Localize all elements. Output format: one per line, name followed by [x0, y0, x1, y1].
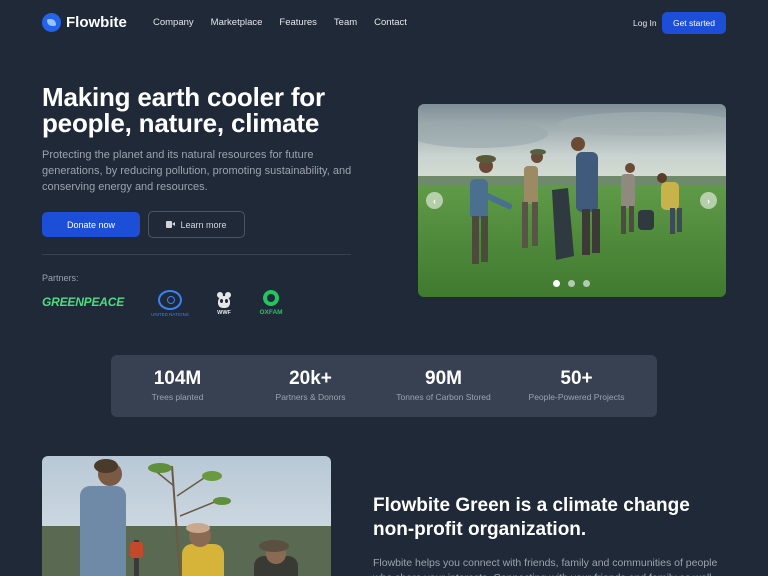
stat-value: 20k+ [289, 368, 332, 389]
login-link[interactable]: Log In [633, 18, 657, 28]
stat-value: 90M [425, 368, 462, 389]
carousel-next-button[interactable]: › [700, 192, 717, 209]
stat-label: Trees planted [151, 392, 204, 402]
stat-item: 104M Trees planted [111, 355, 244, 417]
stat-value: 104M [153, 368, 202, 389]
stat-label: Tonnes of Carbon Stored [396, 392, 491, 402]
stat-item: 50+ People-Powered Projects [510, 355, 643, 417]
brand-name: Flowbite [66, 14, 127, 31]
partner-un-logo: UNITED NATIONS [150, 290, 190, 317]
get-started-button[interactable]: Get started [662, 12, 726, 34]
video-camera-icon [166, 221, 176, 228]
learn-more-label: Learn more [180, 219, 227, 230]
flowbite-logo-icon [42, 13, 61, 32]
stat-label: People-Powered Projects [528, 392, 625, 402]
oxfam-wordmark: OXFAM [259, 309, 283, 316]
carousel-indicators [553, 280, 590, 287]
stat-value: 50+ [560, 368, 593, 389]
hero-divider [42, 254, 351, 255]
hero-description: Protecting the planet and its natural re… [42, 149, 352, 193]
hero-carousel: ‹ › [418, 104, 726, 297]
un-wordmark: UNITED NATIONS [151, 312, 189, 317]
carousel-dot-3[interactable] [583, 280, 590, 287]
un-emblem-icon [158, 290, 182, 310]
main-menu: Company Marketplace Features Team Contac… [153, 17, 424, 28]
nav-item-marketplace[interactable]: Marketplace [211, 17, 263, 28]
chevron-right-icon: › [707, 195, 710, 206]
nav-item-features[interactable]: Features [279, 17, 317, 28]
feature-description: Flowbite helps you connect with friends,… [373, 557, 718, 576]
chevron-left-icon: ‹ [433, 195, 436, 206]
donate-button[interactable]: Donate now [42, 212, 140, 237]
stat-label: Partners & Donors [275, 392, 346, 402]
volunteers-field-photo [418, 104, 726, 297]
hero-title: Making earth cooler for people, nature, … [42, 82, 325, 138]
greenpeace-wordmark: GREENPEACE [42, 295, 125, 309]
feature-title: Flowbite Green is a climate change non-p… [373, 495, 690, 540]
partner-oxfam-logo: OXFAM [256, 290, 286, 316]
nav-item-team[interactable]: Team [334, 17, 357, 28]
tree-planting-image [42, 456, 331, 576]
carousel-dot-2[interactable] [568, 280, 575, 287]
nav-item-contact[interactable]: Contact [374, 17, 407, 28]
carousel-dot-1[interactable] [553, 280, 560, 287]
stats-card: 104M Trees planted 20k+ Partners & Donor… [111, 355, 657, 417]
partner-greenpeace-logo: GREENPEACE [42, 295, 124, 309]
stat-item: 90M Tonnes of Carbon Stored [377, 355, 510, 417]
partner-wwf-logo: WWF [212, 290, 236, 316]
carousel-prev-button[interactable]: ‹ [426, 192, 443, 209]
stat-item: 20k+ Partners & Donors [244, 355, 377, 417]
oxfam-emblem-icon [263, 290, 279, 306]
panda-icon [215, 290, 233, 308]
top-navbar: Flowbite Company Marketplace Features Te… [0, 0, 768, 46]
nav-item-company[interactable]: Company [153, 17, 194, 28]
partners-label: Partners: [42, 273, 79, 283]
planting-photo [42, 456, 331, 576]
learn-more-button[interactable]: Learn more [148, 211, 245, 238]
brand-link[interactable]: Flowbite [42, 13, 127, 32]
wwf-wordmark: WWF [217, 310, 231, 316]
